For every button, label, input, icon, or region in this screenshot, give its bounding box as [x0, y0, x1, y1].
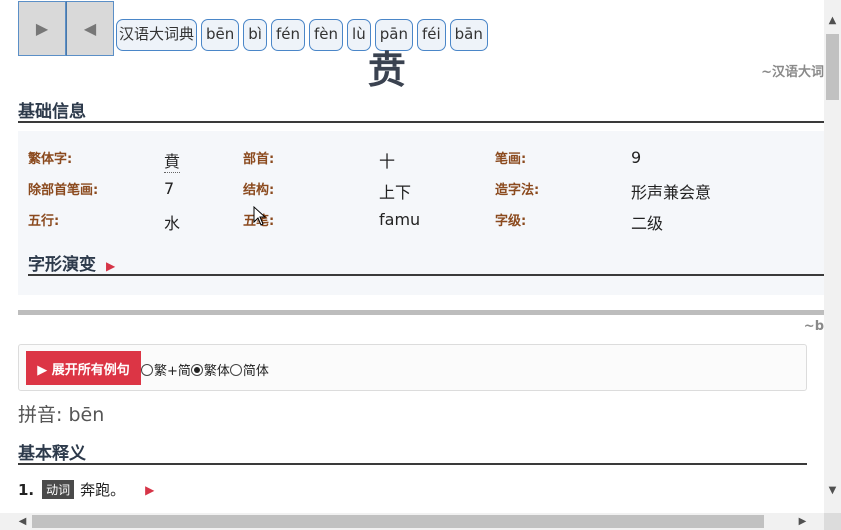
definition-item: 1. 动词 奔跑。 ▶ [18, 479, 154, 500]
play-right-icon[interactable]: ▶ [18, 1, 66, 56]
glyph-evolution-toggle[interactable]: 字形演变 ▶ [28, 250, 115, 275]
info-value: 二级 [631, 214, 664, 233]
source-link[interactable]: ~汉语大词 [761, 61, 824, 80]
scroll-thumb[interactable] [32, 515, 764, 528]
horizontal-scrollbar[interactable]: ◀ ▶ [0, 513, 824, 530]
mouse-cursor-icon [253, 206, 267, 226]
evolution-heading: 字形演变 [28, 255, 96, 275]
pinyin-heading: 拼音: bēn [18, 404, 105, 426]
expand-triangle-icon[interactable]: ▶ [145, 483, 154, 497]
definition-number: 1. [18, 480, 35, 499]
info-label: 除部首笔画: [28, 183, 99, 198]
source-link[interactable]: ~b [804, 319, 824, 334]
basic-info-panel: 繁体字: 賁 部首: 十 笔画: 9 除部首笔画: 7 结构: 上下 造字法: … [18, 131, 824, 295]
info-label: 字级: [495, 214, 527, 229]
tab-pinyin[interactable]: fèn [309, 19, 344, 51]
scroll-down-icon[interactable]: ▼ [824, 482, 841, 499]
scrollbar-corner [824, 513, 841, 530]
radio-traditional-simplified[interactable] [141, 363, 153, 376]
expand-triangle-icon: ▶ [106, 259, 116, 273]
info-value: 7 [164, 179, 175, 198]
tab-pinyin[interactable]: féi [416, 19, 446, 51]
definition-text: 奔跑。 [80, 481, 126, 499]
pronunciation-tabs: 汉语大词典 bēn bì fén fèn lù pān féi bān [116, 19, 492, 51]
definitions-heading: 基本释义 [18, 444, 86, 464]
radio-label[interactable]: 简体 [243, 360, 269, 379]
part-of-speech-badge: 动词 [42, 480, 75, 499]
tab-pinyin[interactable]: fén [270, 19, 306, 51]
info-label: 五行: [28, 214, 60, 229]
radio-traditional[interactable] [190, 363, 203, 376]
info-label: 繁体字: [28, 152, 73, 167]
scroll-thumb[interactable] [826, 34, 839, 100]
radio-simplified[interactable] [229, 363, 242, 376]
traditional-char-link[interactable]: 賁 [164, 148, 181, 173]
script-radio-group: 繁+简 繁体 简体 [141, 360, 269, 379]
page-viewport: ▶ ◀ 汉语大词典 bēn bì fén fèn lù pān féi bān … [0, 0, 824, 513]
info-value: 形声兼会意 [631, 183, 712, 202]
scroll-right-icon[interactable]: ▶ [794, 513, 811, 530]
section-separator [18, 310, 824, 315]
tab-pinyin[interactable]: bēn [201, 19, 240, 51]
info-value: 十 [379, 152, 396, 171]
scroll-left-icon[interactable]: ◀ [14, 513, 31, 530]
info-label: 结构: [243, 183, 275, 198]
info-label: 笔画: [495, 152, 527, 167]
info-value: 上下 [379, 183, 412, 202]
section-divider [28, 274, 824, 276]
tab-pinyin[interactable]: bì [243, 19, 267, 51]
info-value: famu [379, 210, 421, 229]
expand-all-examples-button[interactable]: ▶ 展开所有例句 [26, 351, 141, 385]
example-toolbar: ▶ 展开所有例句 繁+简 繁体 简体 [18, 344, 807, 391]
entry-character: 贲 [368, 47, 407, 92]
info-label: 部首: [243, 152, 275, 167]
section-divider [18, 463, 807, 465]
tab-dictionary[interactable]: 汉语大词典 [116, 19, 198, 51]
tab-pinyin[interactable]: bān [449, 19, 488, 51]
top-navigation: ▶ ◀ 汉语大词典 bēn bì fén fèn lù pān féi bān [18, 1, 492, 56]
scroll-up-icon[interactable]: ▲ [824, 12, 841, 29]
info-value: 水 [164, 214, 181, 233]
basic-info-heading: 基础信息 [18, 102, 86, 122]
info-value: 9 [631, 148, 642, 167]
vertical-scrollbar[interactable]: ▲ ▼ [824, 0, 841, 513]
play-left-icon[interactable]: ◀ [66, 1, 114, 56]
section-divider [18, 121, 824, 123]
info-label: 造字法: [495, 183, 540, 198]
radio-label[interactable]: 繁+简 [154, 360, 191, 379]
radio-label[interactable]: 繁体 [204, 360, 230, 379]
